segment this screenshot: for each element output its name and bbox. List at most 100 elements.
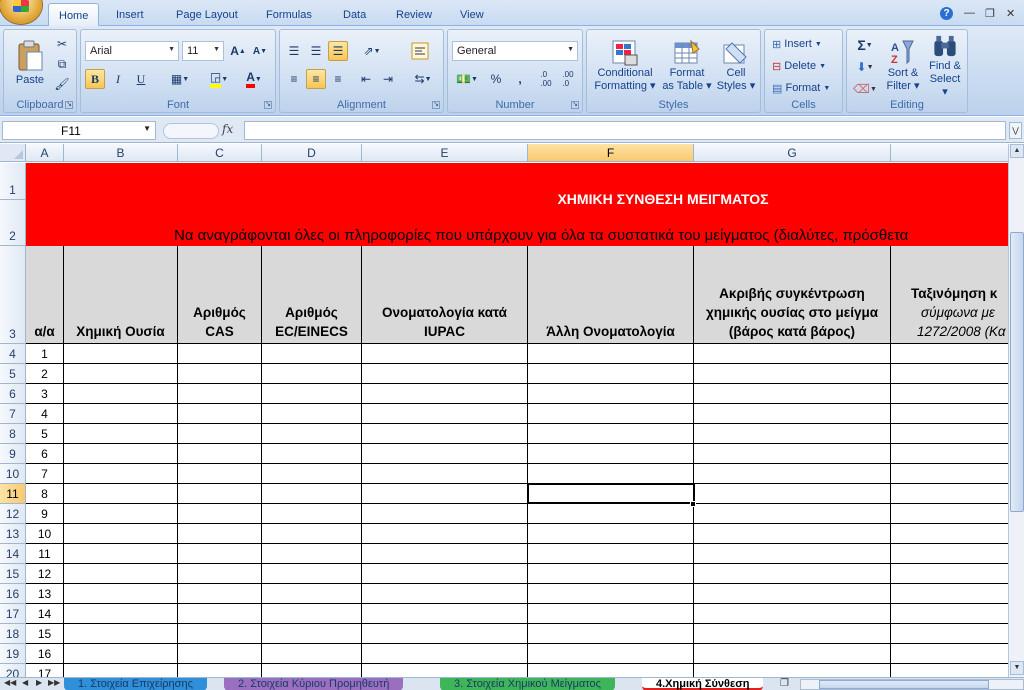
- font-launcher-icon[interactable]: ↘: [264, 101, 272, 109]
- table-cell[interactable]: [528, 544, 694, 564]
- table-cell[interactable]: [64, 484, 178, 504]
- table-cell[interactable]: [362, 444, 528, 464]
- conditional-formatting-button[interactable]: Conditional Formatting ▾: [590, 32, 660, 100]
- restore-icon[interactable]: ❐: [985, 7, 995, 20]
- table-cell[interactable]: [694, 384, 891, 404]
- vertical-scrollbar[interactable]: ▲ ▼: [1008, 144, 1024, 677]
- prev-sheet-icon[interactable]: ◀: [22, 678, 28, 687]
- row-header-3[interactable]: 3: [0, 246, 26, 344]
- table-cell[interactable]: [178, 444, 262, 464]
- table-cell[interactable]: [362, 644, 528, 664]
- table-cell[interactable]: [694, 624, 891, 644]
- font-color-icon[interactable]: A ▼: [239, 69, 269, 89]
- table-cell[interactable]: [178, 484, 262, 504]
- table-cell[interactable]: [262, 644, 362, 664]
- table-cell[interactable]: [362, 564, 528, 584]
- aa-cell[interactable]: 4: [26, 404, 64, 424]
- tab-review[interactable]: Review: [396, 9, 432, 21]
- table-cell[interactable]: [262, 384, 362, 404]
- column-header-h[interactable]: [891, 144, 1008, 162]
- table-cell[interactable]: [528, 404, 694, 424]
- decrease-indent-icon[interactable]: ⇤: [356, 69, 376, 89]
- table-cell[interactable]: [64, 644, 178, 664]
- font-name-select[interactable]: Arial ▼: [85, 41, 179, 61]
- formula-input[interactable]: [244, 121, 1006, 140]
- table-cell[interactable]: [64, 504, 178, 524]
- minimize-icon[interactable]: —: [964, 7, 975, 19]
- table-cell[interactable]: [694, 504, 891, 524]
- aa-cell[interactable]: 2: [26, 364, 64, 384]
- formula-divider[interactable]: [163, 123, 219, 139]
- tab-formulas[interactable]: Formulas: [266, 9, 312, 21]
- table-cell[interactable]: [262, 344, 362, 364]
- table-cell[interactable]: [891, 644, 1008, 664]
- aa-cell[interactable]: 12: [26, 564, 64, 584]
- row-header-12[interactable]: 12: [0, 504, 26, 524]
- table-cell[interactable]: [528, 624, 694, 644]
- align-left-icon[interactable]: ≡: [284, 69, 304, 89]
- row-header-14[interactable]: 14: [0, 544, 26, 564]
- table-cell[interactable]: [64, 444, 178, 464]
- percent-button[interactable]: %: [486, 69, 506, 89]
- increase-decimal-icon[interactable]: .0.00: [536, 69, 556, 89]
- row-header-10[interactable]: 10: [0, 464, 26, 484]
- table-cell[interactable]: [891, 584, 1008, 604]
- format-cells-button[interactable]: ▤ Format ▼: [768, 78, 834, 98]
- table-cell[interactable]: [362, 544, 528, 564]
- column-header-f[interactable]: F: [528, 144, 694, 162]
- table-cell[interactable]: [528, 664, 694, 677]
- tab-data[interactable]: Data: [343, 9, 366, 21]
- table-cell[interactable]: [262, 664, 362, 677]
- bold-button[interactable]: B: [85, 69, 105, 89]
- table-cell[interactable]: [694, 564, 891, 584]
- table-cell[interactable]: [362, 664, 528, 677]
- row-header-7[interactable]: 7: [0, 404, 26, 424]
- table-cell[interactable]: [178, 544, 262, 564]
- sort-filter-button[interactable]: AZ Sort & Filter ▾: [883, 32, 923, 100]
- table-cell[interactable]: [178, 524, 262, 544]
- align-center-icon[interactable]: ≡: [306, 69, 326, 89]
- table-cell[interactable]: [891, 384, 1008, 404]
- table-cell[interactable]: [178, 464, 262, 484]
- aa-cell[interactable]: 6: [26, 444, 64, 464]
- table-cell[interactable]: [891, 364, 1008, 384]
- table-cell[interactable]: [891, 504, 1008, 524]
- scroll-down-icon[interactable]: ▼: [1010, 661, 1024, 675]
- table-cell[interactable]: [891, 664, 1008, 677]
- font-size-select[interactable]: 11 ▼: [182, 41, 224, 61]
- table-cell[interactable]: [262, 604, 362, 624]
- table-cell[interactable]: [528, 564, 694, 584]
- table-cell[interactable]: [694, 604, 891, 624]
- table-cell[interactable]: [362, 424, 528, 444]
- row-header-15[interactable]: 15: [0, 564, 26, 584]
- insert-sheet-icon[interactable]: ❐: [780, 678, 789, 689]
- delete-cells-button[interactable]: ⊟ Delete ▼: [768, 56, 830, 76]
- table-cell[interactable]: [362, 404, 528, 424]
- table-cell[interactable]: [694, 404, 891, 424]
- table-cell[interactable]: [262, 424, 362, 444]
- active-cell-f11[interactable]: [527, 483, 695, 504]
- table-cell[interactable]: [694, 484, 891, 504]
- format-as-table-button[interactable]: Format as Table ▾: [661, 32, 713, 100]
- row-header-9[interactable]: 9: [0, 444, 26, 464]
- column-header-a[interactable]: A: [26, 144, 64, 162]
- shrink-font-icon[interactable]: A ▼: [250, 41, 270, 61]
- table-cell[interactable]: [528, 464, 694, 484]
- aa-cell[interactable]: 14: [26, 604, 64, 624]
- table-cell[interactable]: [178, 424, 262, 444]
- table-cell[interactable]: [262, 364, 362, 384]
- table-cell[interactable]: [528, 504, 694, 524]
- table-cell[interactable]: [262, 544, 362, 564]
- table-cell[interactable]: [178, 404, 262, 424]
- aa-cell[interactable]: 7: [26, 464, 64, 484]
- table-cell[interactable]: [64, 584, 178, 604]
- cut-icon[interactable]: ✂: [52, 34, 72, 54]
- table-cell[interactable]: [178, 504, 262, 524]
- expand-formula-icon[interactable]: ⋁: [1009, 122, 1022, 139]
- column-header-b[interactable]: B: [64, 144, 178, 162]
- table-cell[interactable]: [891, 544, 1008, 564]
- table-cell[interactable]: [528, 364, 694, 384]
- table-cell[interactable]: [178, 664, 262, 677]
- table-cell[interactable]: [694, 664, 891, 677]
- format-painter-icon[interactable]: 🖌: [52, 74, 72, 94]
